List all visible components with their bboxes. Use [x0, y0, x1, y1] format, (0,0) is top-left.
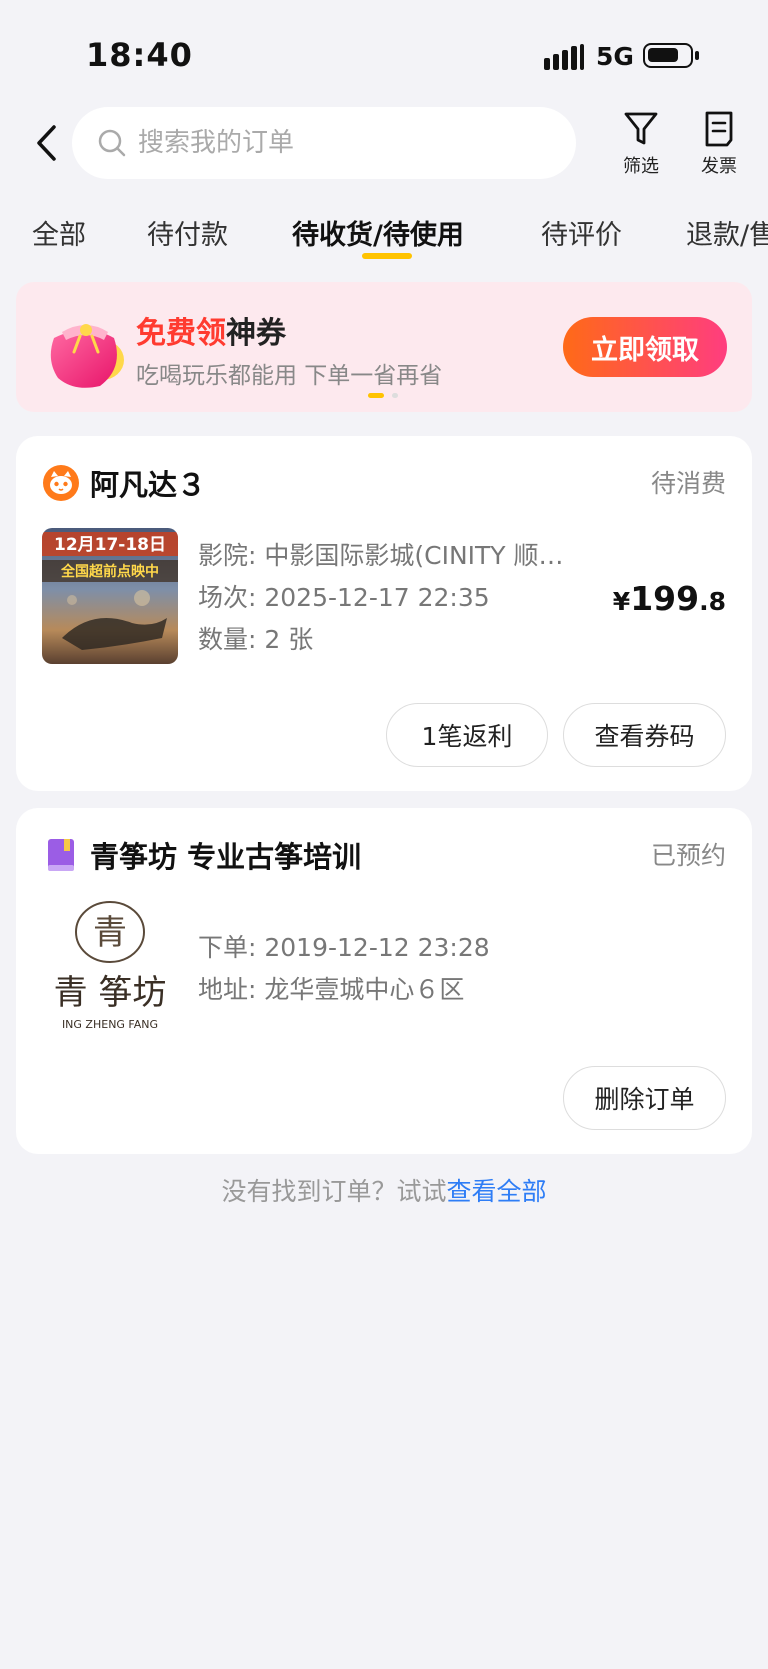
svg-text:青: 青	[93, 913, 127, 953]
tab-all[interactable]: 全部	[32, 213, 86, 252]
order-card[interactable]: 青筝坊 专业古筝培训 已预约 青 青 筝坊 ING ZHENG FANG 下单:…	[16, 808, 752, 1154]
claim-coupon-button[interactable]: 立即领取	[563, 317, 727, 377]
order-status: 已预约	[650, 841, 726, 870]
battery-icon	[643, 43, 699, 68]
book-icon	[48, 839, 74, 871]
search-icon	[98, 129, 126, 157]
view-all-link[interactable]: 查看全部	[447, 1177, 547, 1206]
shop-name: 青筝坊 专业古筝培训	[90, 840, 362, 874]
promo-subtitle: 吃喝玩乐都能用 下单一省再省	[136, 363, 443, 389]
tab-pending-receipt[interactable]: 待收货/待使用	[292, 213, 464, 252]
filter-label: 筛选	[623, 156, 659, 177]
poster-date-text: 12月17-18日	[54, 535, 166, 555]
poster-tagline-text: 全国超前点映中	[60, 563, 159, 580]
filter-button[interactable]: 筛选	[606, 110, 676, 180]
cinema-line: 影院: 中影国际影城(CINITY 顺…	[198, 541, 564, 570]
search-bar[interactable]	[72, 107, 576, 179]
order-status: 待消费	[650, 469, 726, 498]
carousel-dot	[392, 393, 398, 398]
qingzhengfang-logo: 青 青 筝坊 ING ZHENG FANG	[54, 901, 167, 1031]
invoice-button[interactable]: 发票	[684, 110, 754, 180]
lucky-bag-icon	[50, 324, 124, 388]
quantity-line: 数量: 2 张	[198, 625, 314, 654]
poster-art: 12月17-18日 全国超前点映中	[42, 532, 178, 650]
shop-name: 阿凡达３	[90, 468, 207, 502]
svg-text:ING ZHENG FANG: ING ZHENG FANG	[62, 1018, 158, 1031]
price-currency: ¥	[612, 587, 631, 616]
address-line: 地址: 龙华壹城中心６区	[198, 975, 465, 1004]
view-code-button[interactable]: 查看券码	[563, 703, 726, 767]
status-bar: 18:40 5G	[0, 0, 768, 100]
signal-icon	[544, 44, 584, 70]
promo-title-rest: 神券	[226, 316, 286, 351]
tab-refund[interactable]: 退款/售后	[686, 213, 768, 252]
price-integer: 199	[630, 579, 700, 618]
active-tab-indicator	[362, 253, 412, 259]
footer-hint-text: 没有找到订单？试试	[221, 1177, 447, 1206]
order-time-line: 下单: 2019-12-12 23:28	[198, 933, 490, 962]
footer-hint: 没有找到订单？试试查看全部	[0, 1172, 768, 1208]
filter-icon	[624, 112, 658, 145]
promo-title: 免费领神券	[136, 308, 286, 352]
tab-pending-review[interactable]: 待评价	[541, 213, 622, 252]
order-price: ¥199.8	[613, 579, 726, 618]
promo-title-highlight: 免费领	[136, 316, 226, 351]
rebate-button[interactable]: 1笔返利	[386, 703, 548, 767]
shop-logo: 青 青 筝坊 ING ZHENG FANG	[42, 898, 178, 1038]
carousel-dot-active	[368, 393, 384, 398]
invoice-label: 发票	[701, 156, 737, 177]
back-button[interactable]	[28, 118, 64, 168]
order-card[interactable]: 阿凡达３ 待消费 12月17-18日 全国超前点映中 影院: 中影国际影城(CI…	[16, 436, 752, 791]
movie-poster: 12月17-18日 全国超前点映中	[42, 528, 178, 664]
delete-order-button[interactable]: 删除订单	[563, 1066, 726, 1130]
maoyan-cat-icon	[43, 465, 79, 501]
chevron-left-icon	[37, 125, 56, 161]
invoice-icon	[705, 111, 733, 147]
showtime-line: 场次: 2025-12-17 22:35	[198, 583, 490, 612]
price-decimal: .8	[699, 587, 726, 616]
svg-text:青 筝坊: 青 筝坊	[54, 973, 167, 1013]
network-type: 5G	[596, 42, 634, 71]
search-input[interactable]	[138, 128, 558, 158]
clock: 18:40	[86, 36, 193, 74]
tab-pending-payment[interactable]: 待付款	[147, 213, 228, 252]
order-tabs: 全部 待付款 待收货/待使用 待评价 退款/售后	[0, 205, 768, 267]
promo-banner[interactable]: 免费领神券 吃喝玩乐都能用 下单一省再省 立即领取	[16, 282, 752, 412]
